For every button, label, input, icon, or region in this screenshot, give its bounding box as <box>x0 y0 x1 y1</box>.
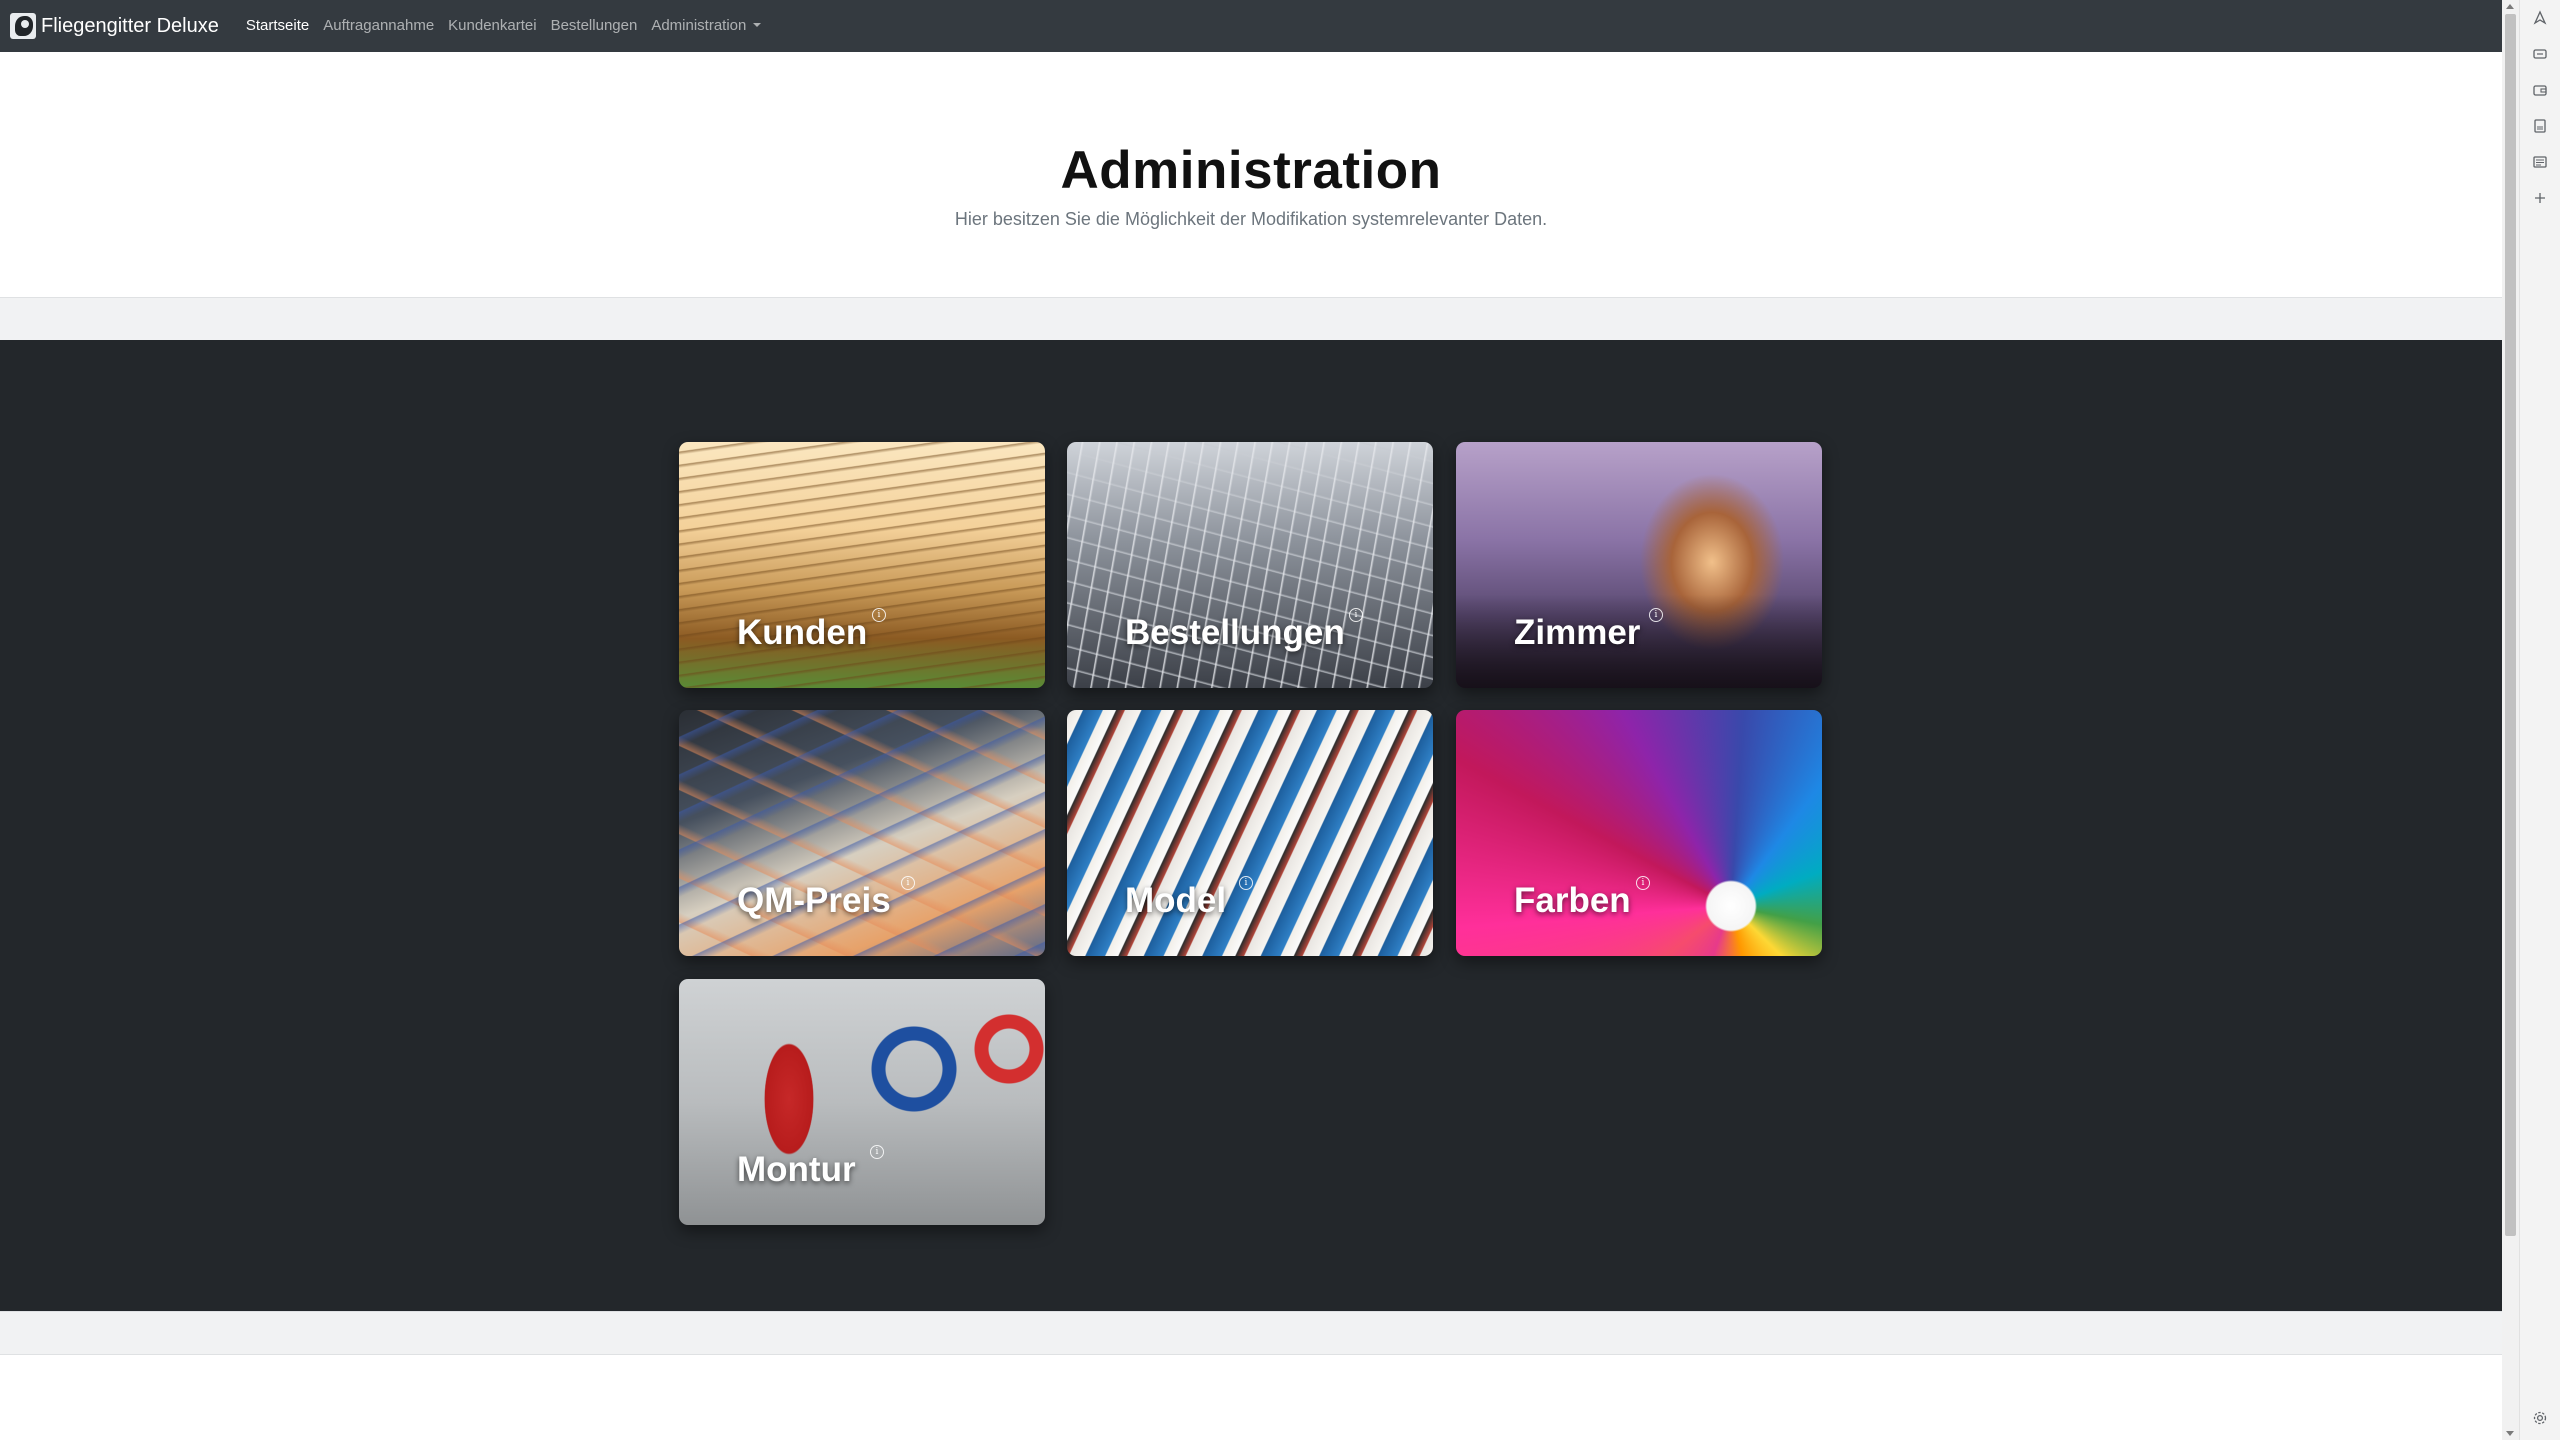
scrollbar-thumb[interactable] <box>2505 14 2516 1236</box>
divider-band-bottom <box>0 1311 2502 1355</box>
card-qm-preis[interactable]: QM-Preis i <box>679 710 1045 956</box>
info-icon: i <box>870 1145 884 1159</box>
settings-icon[interactable] <box>2531 1410 2549 1428</box>
page-title: Administration <box>1060 141 1442 200</box>
card-bestellungen[interactable]: Bestellungen i <box>1067 442 1433 688</box>
info-icon: i <box>1239 876 1253 890</box>
nav-item-startseite[interactable]: Startseite <box>239 0 316 52</box>
nav-item-administration-dropdown[interactable]: Administration <box>644 0 768 52</box>
info-icon: i <box>1649 608 1663 622</box>
wallet-icon[interactable] <box>2531 82 2549 100</box>
card-label-qm-preis: QM-Preis <box>737 881 891 920</box>
reading-view-icon[interactable] <box>2531 154 2549 172</box>
top-navbar: Fliegengitter Deluxe Startseite Auftraga… <box>0 0 2502 52</box>
card-zimmer[interactable]: Zimmer i <box>1456 442 1822 688</box>
info-icon: i <box>901 876 915 890</box>
info-icon: i <box>1349 608 1363 622</box>
brand-logo-icon <box>10 13 36 39</box>
caret-down-icon <box>753 23 762 27</box>
card-model[interactable]: Model i <box>1067 710 1433 956</box>
brand-name: Fliegengitter Deluxe <box>41 14 219 37</box>
read-aloud-icon[interactable] <box>2531 46 2549 64</box>
card-montur[interactable]: Montur i <box>679 979 1045 1225</box>
card-label-montur: Montur <box>737 1150 856 1189</box>
info-icon: i <box>1636 876 1650 890</box>
card-kunden[interactable]: Kunden i <box>679 442 1045 688</box>
card-label-model: Model <box>1125 881 1227 920</box>
discover-icon[interactable] <box>2531 10 2549 28</box>
card-label-bestellungen: Bestellungen <box>1125 613 1345 652</box>
card-label-kunden: Kunden <box>737 613 868 652</box>
brand-link[interactable]: Fliegengitter Deluxe <box>10 13 219 39</box>
nav-item-bestellungen[interactable]: Bestellungen <box>544 0 645 52</box>
page-scrollbar[interactable] <box>2502 0 2519 1440</box>
info-icon: i <box>872 608 886 622</box>
card-label-zimmer: Zimmer <box>1514 613 1641 652</box>
nav-item-administration-label: Administration <box>651 17 747 34</box>
scroll-down-arrow-icon[interactable] <box>2506 1431 2514 1436</box>
card-label-farben: Farben <box>1514 881 1631 920</box>
browser-side-panel <box>2519 0 2560 1440</box>
nav-item-kundenkartei[interactable]: Kundenkartei <box>441 0 543 52</box>
page-subtitle: Hier besitzen Sie die Möglichkeit der Mo… <box>954 209 1548 229</box>
add-icon[interactable] <box>2531 190 2549 208</box>
scroll-up-arrow-icon[interactable] <box>2506 4 2514 9</box>
admin-cards-section: Kunden i Bestellungen i Zimmer i QM-Prei… <box>0 340 2502 1311</box>
page-header: Administration Hier besitzen Sie die Mög… <box>0 52 2502 297</box>
card-farben[interactable]: Farben i <box>1456 710 1822 956</box>
nav-item-auftragannahme[interactable]: Auftragannahme <box>316 0 441 52</box>
divider-band-top <box>0 297 2502 341</box>
save-icon[interactable] <box>2531 118 2549 136</box>
